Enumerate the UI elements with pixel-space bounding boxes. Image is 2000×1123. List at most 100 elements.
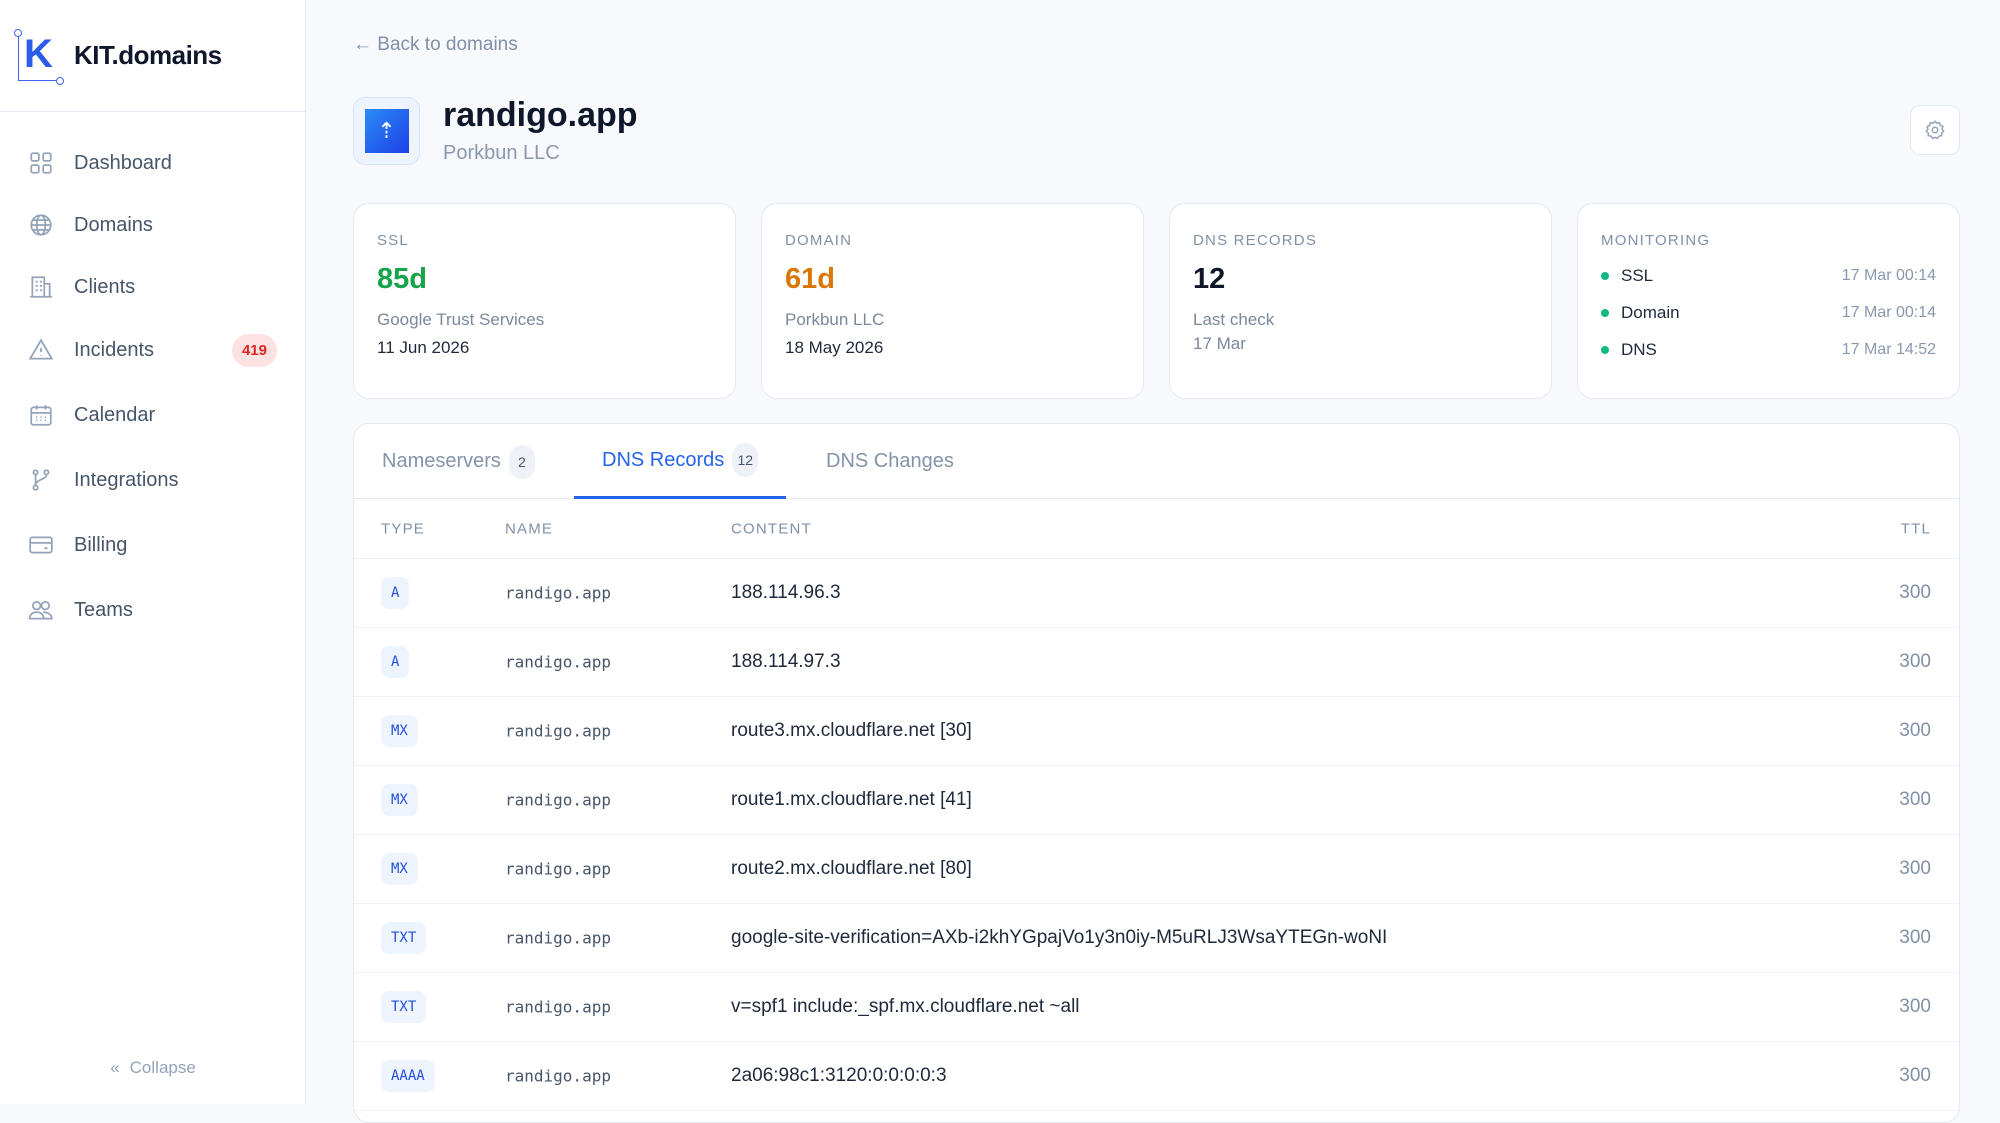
tab-nameservers[interactable]: Nameservers 2 <box>382 424 535 499</box>
dns-records-card: DNS RECORDS 12 Last check 17 Mar <box>1169 203 1552 399</box>
record-ttl: 300 <box>1899 582 1931 604</box>
nav-label: Incidents <box>74 339 154 362</box>
record-ttl: 300 <box>1899 1065 1931 1087</box>
logo-mark-icon: K <box>14 28 68 84</box>
column-name[interactable]: NAME <box>505 520 553 537</box>
page-title: randigo.app <box>443 96 638 135</box>
routing-icon: ⇡ <box>365 109 409 153</box>
table-row[interactable]: MXrandigo.approute3.mx.cloudflare.net [3… <box>354 697 1959 766</box>
domain-favicon: ⇡ <box>353 97 420 165</box>
sidebar-item-dashboard[interactable]: Dashboard <box>28 139 277 187</box>
record-content: 188.114.96.3 <box>731 582 841 604</box>
users-icon <box>28 597 54 623</box>
back-to-domains-link[interactable]: ← Back to domains <box>353 34 518 56</box>
tab-label: Nameservers <box>382 450 501 473</box>
domain-days-remaining: 61d <box>785 263 1120 296</box>
tab-bar: Nameservers 2 DNS Records12 DNS Changes <box>354 424 1959 499</box>
table-row[interactable]: Arandigo.app188.114.97.3300 <box>354 628 1959 697</box>
record-content: route1.mx.cloudflare.net [41] <box>731 789 972 811</box>
chevrons-left-icon: « <box>110 1058 119 1077</box>
table-row[interactable]: AAAArandigo.app2a06:98c1:3120:0:0:0:0:33… <box>354 1042 1959 1111</box>
sidebar: K KIT.domains Dashboard Domains Clients … <box>0 0 306 1104</box>
table-header: TYPE NAME CONTENT TTL <box>354 499 1959 559</box>
record-content: route3.mx.cloudflare.net [30] <box>731 720 972 742</box>
domain-expiry-date: 18 May 2026 <box>785 338 1120 358</box>
record-name: randigo.app <box>505 791 611 810</box>
collapse-button[interactable]: « Collapse <box>0 1058 306 1078</box>
logo[interactable]: K KIT.domains <box>0 0 305 112</box>
status-dot-icon <box>1601 309 1609 317</box>
grid-icon <box>28 150 54 176</box>
last-check-label: Last check <box>1193 310 1528 330</box>
table-row[interactable]: TXTrandigo.appv=spf1 include:_spf.mx.clo… <box>354 973 1959 1042</box>
sidebar-item-domains[interactable]: Domains <box>28 201 277 249</box>
table-row[interactable]: MX randigo.app route1.mx.cloudflare.net [4… <box>354 766 1959 835</box>
column-ttl[interactable]: TTL <box>1901 520 1931 537</box>
record-type-badge: MX <box>381 853 418 885</box>
tab-count-badge: 2 <box>509 445 535 479</box>
record-type-badge: A <box>381 646 409 678</box>
ssl-expiry-date: 11 Jun 2026 <box>377 338 712 358</box>
card-label: DOMAIN <box>785 232 1120 249</box>
monitor-time: 17 Mar 00:14 <box>1842 304 1936 322</box>
record-type-badge: TXT <box>381 991 426 1023</box>
monitor-ssl: SSL 17 Mar 00:14 <box>1601 266 1936 286</box>
monitor-dns: DNS17 Mar 14:52 <box>1601 340 1936 360</box>
incidents-count-badge: 419 <box>232 334 277 367</box>
ssl-card: SSL 85d Google Trust Services 11 Jun 202… <box>353 203 736 399</box>
column-type[interactable]: TYPE <box>381 520 425 537</box>
record-name: randigo.app <box>505 929 611 948</box>
sidebar-item-integrations[interactable]: Integrations <box>28 456 277 504</box>
record-content: route2.mx.cloudflare.net [80] <box>731 858 972 880</box>
nav-label: Integrations <box>74 469 179 492</box>
sidebar-item-incidents[interactable]: Incidents 419 <box>28 326 277 374</box>
monitor-time: 17 Mar 00:14 <box>1842 267 1936 285</box>
monitor-domain: Domain17 Mar 00:14 <box>1601 303 1936 323</box>
sidebar-item-calendar[interactable]: Calendar <box>28 391 277 439</box>
tab-label: DNS Records <box>602 449 724 472</box>
sidebar-item-teams[interactable]: Teams <box>28 586 277 634</box>
tab-label: DNS Changes <box>826 450 954 473</box>
table-row[interactable]: TXTrandigo.appgoogle-site-verification=A… <box>354 904 1959 973</box>
card-label: MONITORING <box>1601 232 1936 249</box>
sidebar-item-clients[interactable]: Clients <box>28 263 277 311</box>
tab-dns-changes[interactable]: DNS Changes <box>826 424 954 499</box>
record-content: 188.114.97.3 <box>731 651 841 673</box>
record-type-badge: MX <box>381 715 418 747</box>
settings-button[interactable] <box>1910 105 1960 155</box>
card-label: DNS RECORDS <box>1193 232 1528 249</box>
card-icon <box>28 532 54 558</box>
record-ttl: 300 <box>1899 720 1931 742</box>
monitor-name: SSL <box>1621 266 1653 286</box>
column-content[interactable]: CONTENT <box>731 520 812 537</box>
card-label: SSL <box>377 232 712 249</box>
table-row[interactable]: MXrandigo.approute2.mx.cloudflare.net [8… <box>354 835 1959 904</box>
globe-icon <box>28 212 54 238</box>
record-type-badge: A <box>381 577 409 609</box>
nav-label: Clients <box>74 276 135 299</box>
last-check-date: 17 Mar <box>1193 334 1528 354</box>
status-dot-icon <box>1601 272 1609 280</box>
nav-label: Calendar <box>74 404 155 427</box>
table-row[interactable]: Arandigo.app188.114.96.3300 <box>354 559 1959 628</box>
record-name: randigo.app <box>505 653 611 672</box>
collapse-label: Collapse <box>130 1058 196 1077</box>
record-ttl: 300 <box>1899 927 1931 949</box>
warning-icon <box>28 337 54 363</box>
main-content: ← Back to domains ⇡ randigo.app Porkbun … <box>306 0 2000 1104</box>
status-dot-icon <box>1601 346 1609 354</box>
ssl-issuer: Google Trust Services <box>377 310 712 330</box>
sidebar-item-billing[interactable]: Billing <box>28 521 277 569</box>
monitoring-card: MONITORING SSL 17 Mar 00:14 Domain17 Mar … <box>1577 203 1960 399</box>
monitor-time: 17 Mar 14:52 <box>1842 341 1936 359</box>
record-ttl: 300 <box>1899 789 1931 811</box>
record-type-badge: MX <box>381 784 418 816</box>
record-content: v=spf1 include:_spf.mx.cloudflare.net ~a… <box>731 996 1080 1018</box>
record-name: randigo.app <box>505 1067 611 1086</box>
app-name: KIT.domains <box>74 40 222 71</box>
record-content: google-site-verification=AXb-i2khYGpajVo… <box>731 927 1387 949</box>
branch-icon <box>28 467 54 493</box>
record-type-badge: AAAA <box>381 1060 435 1092</box>
tab-dns-records[interactable]: DNS Records12 <box>574 424 786 499</box>
table-body: Arandigo.app 188.114.96.3 300 Arandigo.app 1… <box>354 559 1959 1111</box>
